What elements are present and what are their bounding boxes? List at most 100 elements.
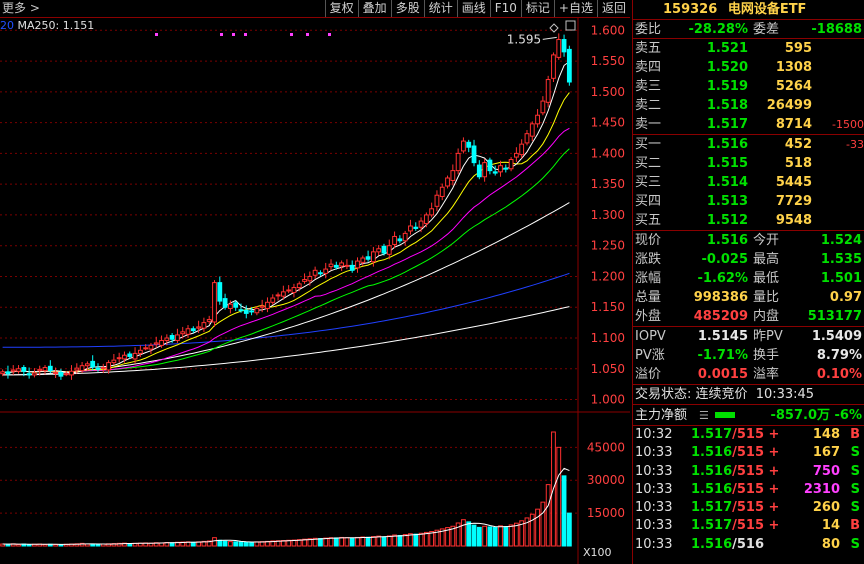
- stat-value: 1.516: [706, 233, 748, 248]
- volume-bar: [318, 538, 323, 547]
- trading-status-row: 交易状态: 连续竞价 10:33:45: [633, 385, 864, 405]
- chart-grid: [0, 18, 630, 564]
- tick-count: /515 +: [732, 427, 780, 442]
- security-header[interactable]: 159326 电网设备ETF: [633, 0, 864, 20]
- candle-body: [296, 283, 302, 289]
- candle-body: [100, 367, 106, 370]
- event-marker[interactable]: [244, 33, 247, 36]
- ask-row[interactable]: 卖二 1.518 26499: [633, 96, 864, 115]
- bid-row[interactable]: 买三 1.514 5445: [633, 173, 864, 192]
- candle-body: [418, 220, 424, 228]
- candle-body: [196, 326, 202, 329]
- candle-body: [360, 257, 366, 263]
- bid-row[interactable]: 买二 1.515 518: [633, 154, 864, 173]
- event-marker[interactable]: [232, 33, 235, 36]
- volume-bar: [423, 531, 429, 547]
- more-menu-button[interactable]: 更多 >: [2, 0, 40, 17]
- tick-count: /516: [732, 536, 765, 552]
- event-marker[interactable]: [328, 33, 331, 36]
- weibi-value: -28.28%: [688, 22, 748, 37]
- tick-row: 10:32 1.517/515 + 148 B: [633, 426, 864, 444]
- candle-body: [249, 310, 254, 313]
- volume-bar: [365, 536, 371, 547]
- volume-bar: [461, 519, 466, 547]
- volume-bar: [349, 537, 355, 547]
- stat-value: 0.0015: [697, 367, 748, 382]
- volume-bar: [95, 543, 101, 547]
- stat-value: 0.10%: [816, 367, 862, 382]
- tick-price-group: 1.517/515 +: [691, 499, 779, 517]
- candle-body: [217, 282, 223, 302]
- event-marker[interactable]: [290, 33, 293, 36]
- high-annotation-arrow: [542, 36, 557, 40]
- stat-label: 外盘: [635, 309, 662, 324]
- f10-button[interactable]: F10: [489, 0, 521, 17]
- bid-row[interactable]: 买四 1.513 7729: [633, 192, 864, 211]
- bid-volume-change: -33: [846, 138, 864, 151]
- tick-list[interactable]: 10:32 1.517/515 + 148 B 10:33 1.516/515 + 167 S…: [633, 426, 864, 554]
- overlay-button[interactable]: 叠加: [357, 0, 391, 17]
- bid-row[interactable]: 买一 1.516 452 -33: [633, 135, 864, 154]
- candle-body: [201, 322, 207, 329]
- candle-body: [21, 367, 27, 372]
- volume-bar: [355, 536, 360, 547]
- volume-bar: [360, 536, 366, 547]
- stat-value: 1.5409: [811, 329, 862, 344]
- volume-bar: [370, 536, 376, 547]
- back-button[interactable]: 返回: [596, 0, 630, 17]
- bid-row[interactable]: 买五 1.512 9548: [633, 211, 864, 230]
- volume-bar: [333, 537, 339, 547]
- volume-tick-label: 30000: [587, 473, 625, 487]
- ask-row[interactable]: 卖四 1.520 1308: [633, 58, 864, 77]
- bid-volume: 7729: [775, 194, 812, 209]
- candle-body: [323, 268, 329, 274]
- statistics-button[interactable]: 统计: [423, 0, 457, 17]
- stat-label: 溢率: [753, 367, 780, 382]
- ask-row[interactable]: 卖五 1.521 595: [633, 39, 864, 58]
- candle-body: [190, 328, 196, 332]
- ask-level-label: 卖三: [635, 79, 662, 94]
- volume-bar: [397, 534, 403, 547]
- event-marker[interactable]: [220, 33, 223, 36]
- tick-side: S: [850, 445, 860, 461]
- multi-stock-button[interactable]: 多股: [390, 0, 424, 17]
- price-tick-label: 1.200: [591, 269, 625, 283]
- candle-body: [487, 159, 493, 172]
- volume-bar: [90, 543, 96, 547]
- event-marker[interactable]: [155, 33, 158, 36]
- tick-time: 10:33: [635, 463, 673, 479]
- candle-body: [95, 367, 101, 370]
- event-marker[interactable]: [306, 33, 309, 36]
- kline-chart[interactable]: 1.600 1.550 1.500 1.450 1.400 1.350 1.300 1.250…: [0, 18, 630, 564]
- candle-body: [254, 307, 260, 314]
- window-toggle-icon[interactable]: [565, 20, 576, 31]
- candle-body: [349, 264, 355, 271]
- ask-row[interactable]: 卖一 1.517 8714 -1500: [633, 115, 864, 134]
- restore-rights-button[interactable]: 复权: [324, 0, 358, 17]
- candle-body: [212, 282, 217, 323]
- main-flow-row[interactable]: 主力净额 ☰ -857.0万 -6%: [633, 405, 864, 426]
- candle-body: [545, 79, 551, 103]
- candle-body: [10, 369, 16, 372]
- price-tick-label: 1.300: [591, 208, 625, 222]
- menu-icon[interactable]: ☰: [699, 405, 709, 426]
- candlesticks: [0, 33, 572, 380]
- ask-level-label: 卖一: [635, 117, 662, 132]
- add-watchlist-button[interactable]: +自选: [553, 0, 597, 17]
- volume-bar: [227, 541, 233, 547]
- candle-body: [540, 100, 546, 114]
- volume-bar: [545, 484, 551, 547]
- tick-time: 10:33: [635, 536, 673, 552]
- candle-body: [175, 334, 180, 341]
- draw-line-button[interactable]: 画线: [456, 0, 490, 17]
- volume-bar: [376, 535, 382, 547]
- ask-row[interactable]: 卖三 1.519 5264: [633, 77, 864, 96]
- iopv-stats: IOPV 1.5145 昨PV 1.5409 PV涨 -1.71% 换手 8.79% 溢价 0.0…: [633, 327, 864, 385]
- candle-body: [238, 309, 244, 312]
- mark-button[interactable]: 标记: [520, 0, 554, 17]
- trading-status-value: 连续竞价: [695, 387, 748, 402]
- tick-side: S: [850, 536, 860, 552]
- tick-volume: 14: [821, 518, 840, 534]
- bid-price: 1.513: [706, 194, 748, 209]
- candle-body: [370, 251, 376, 263]
